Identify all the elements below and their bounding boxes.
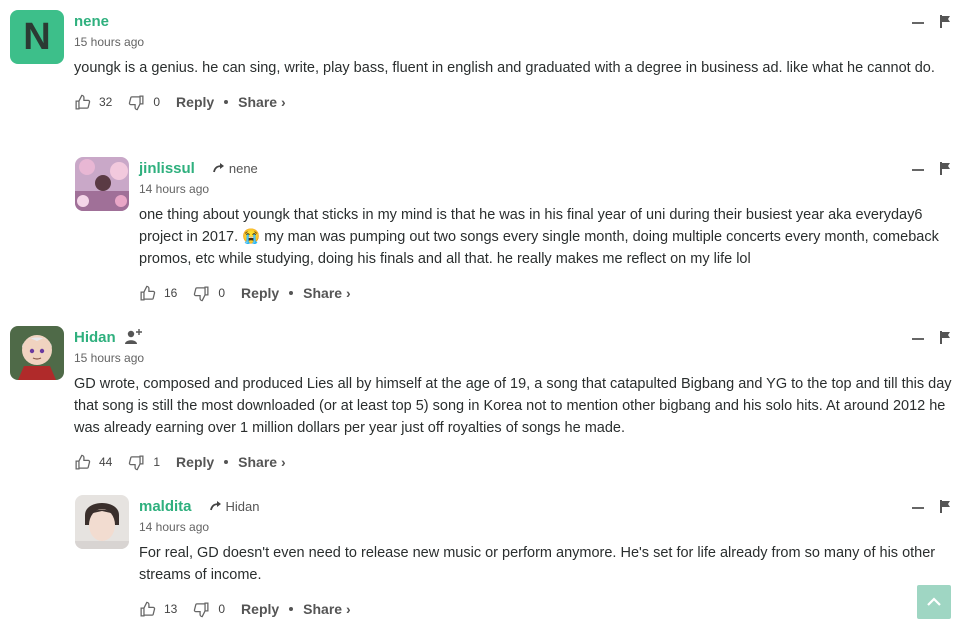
collapse-icon[interactable] [912,22,924,24]
flag-icon[interactable] [940,499,952,513]
reply-to-label[interactable]: nene [212,160,258,176]
thumbs-down-icon [129,454,144,470]
thumbs-up-icon [75,94,91,110]
upvote-count: 13 [164,602,178,616]
reply-to-name: Hidan [225,498,260,514]
upvote-button[interactable]: 44 [74,454,112,471]
downvote-count: 0 [153,95,161,109]
downvote-button[interactable]: 0 [193,285,225,302]
comment-text: one thing about youngk that sticks in my… [139,207,939,267]
author-name[interactable]: Hidan [74,329,116,346]
reply-button[interactable]: Reply [241,285,279,301]
collapse-icon[interactable] [912,507,924,509]
scroll-to-top-button[interactable] [917,585,951,619]
reply-button[interactable]: Reply [241,601,279,617]
upvote-button[interactable]: 32 [74,94,112,111]
flag-icon[interactable] [940,14,952,28]
avatar[interactable]: N [10,10,64,64]
reply-to-name: nene [228,160,258,176]
avatar[interactable] [75,495,129,549]
comment-text: youngk is a genius. he can sing, write, … [74,60,935,76]
downvote-button[interactable]: 1 [128,454,160,471]
author-name[interactable]: nene [74,13,109,30]
flag-icon[interactable] [940,161,952,175]
timestamp[interactable]: 14 hours ago [139,520,960,538]
upvote-count: 44 [99,455,113,469]
timestamp[interactable]: 14 hours ago [139,182,960,200]
share-button[interactable]: Share › [238,454,285,470]
separator-dot [224,460,229,464]
downvote-count: 0 [218,286,226,300]
separator-dot [289,291,294,295]
share-button[interactable]: Share › [238,94,285,110]
timestamp[interactable]: 15 hours ago [74,351,960,369]
avatar[interactable] [75,157,129,211]
downvote-button[interactable]: 0 [128,94,160,111]
reply-arrow-icon [209,501,221,511]
comment-text: GD wrote, composed and produced Lies all… [74,376,952,436]
avatar-image [75,157,129,211]
share-button[interactable]: Share › [303,285,350,301]
thumbs-down-icon [129,94,144,110]
downvote-button[interactable]: 0 [193,601,225,618]
comment-text: For real, GD doesn't even need to releas… [139,545,936,583]
thumbs-down-icon [194,601,209,617]
reply-to-label[interactable]: Hidan [209,498,260,514]
upvote-button[interactable]: 16 [139,285,177,302]
separator-dot [224,100,229,104]
avatar[interactable] [10,326,64,380]
separator-dot [289,607,294,611]
timestamp[interactable]: 15 hours ago [74,35,960,53]
collapse-icon[interactable] [912,338,924,340]
downvote-count: 1 [153,455,161,469]
flag-icon[interactable] [940,330,952,344]
thumbs-up-icon [75,454,91,470]
reply-button[interactable]: Reply [176,454,214,470]
collapse-icon[interactable] [912,169,924,171]
follow-user-icon[interactable] [124,329,143,345]
thumbs-up-icon [140,601,156,617]
reply-arrow-icon [212,163,224,173]
share-button[interactable]: Share › [303,601,350,617]
chevron-up-icon [927,597,941,606]
avatar-image [10,326,64,380]
avatar-image [75,495,129,549]
reply-button[interactable]: Reply [176,94,214,110]
downvote-count: 0 [218,602,226,616]
upvote-count: 32 [99,95,113,109]
upvote-count: 16 [164,286,178,300]
author-name[interactable]: jinlissul [139,160,195,177]
author-name[interactable]: maldita [139,498,192,515]
upvote-button[interactable]: 13 [139,601,177,618]
thumbs-up-icon [140,285,156,301]
thumbs-down-icon [194,285,209,301]
